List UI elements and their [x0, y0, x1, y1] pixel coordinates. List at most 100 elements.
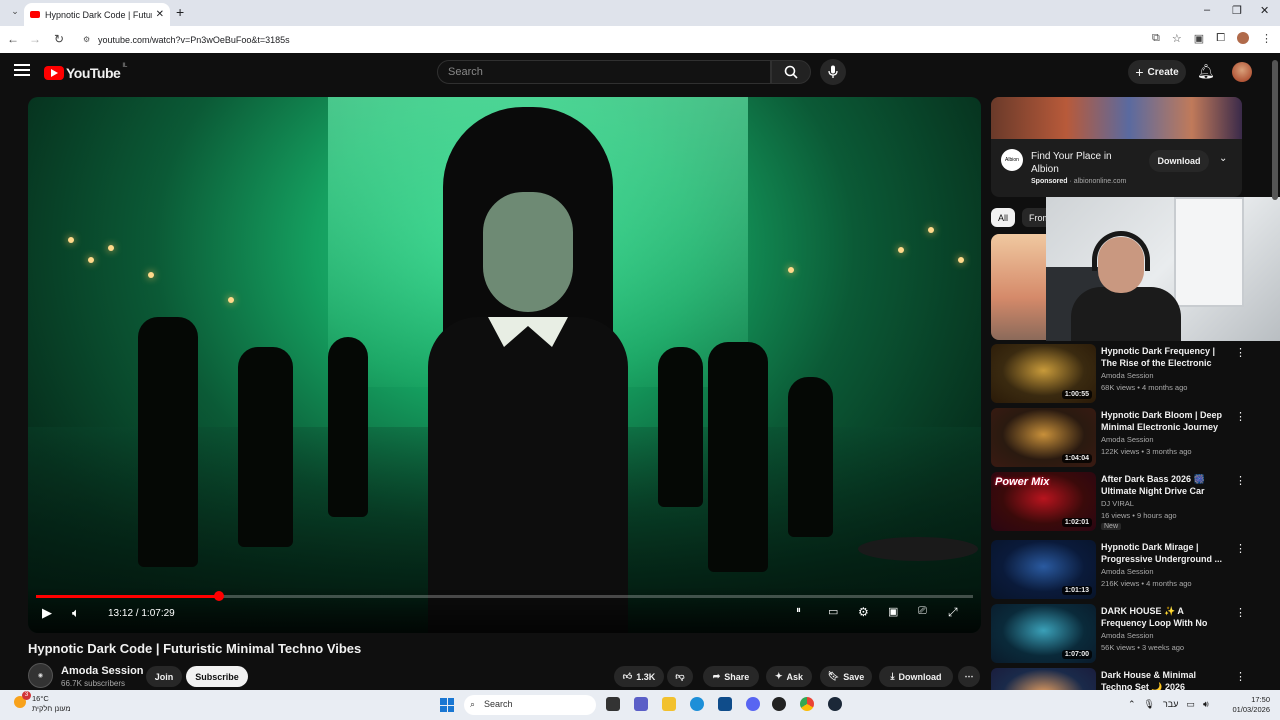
video-thumbnail[interactable]: 1:01:13: [991, 540, 1096, 599]
file-explorer-icon[interactable]: [662, 697, 676, 711]
search-button[interactable]: [771, 60, 811, 84]
page-scrollbar[interactable]: [1272, 60, 1278, 200]
save-button[interactable]: 🔖︎ Save: [820, 666, 872, 687]
browser-menu-icon[interactable]: ⋮: [1261, 32, 1272, 45]
download-button[interactable]: ⤓ Download: [879, 666, 953, 687]
progress-scrubber[interactable]: [214, 591, 225, 601]
tray-chevron-icon[interactable]: ⌃: [1128, 699, 1136, 710]
taskbar-search[interactable]: ⌕ Search: [464, 695, 596, 715]
recommendation-channel[interactable]: Amoda Session: [1101, 631, 1154, 640]
like-button[interactable]: 👍︎ 1.3K: [614, 666, 664, 687]
chrome-icon[interactable]: [800, 697, 814, 711]
recommendation-channel[interactable]: Amoda Session: [1101, 567, 1154, 576]
address-bar[interactable]: ⚙ youtube.com/watch?v=Pn3wOeBuFoo&t=3185…: [78, 30, 1158, 49]
share-button[interactable]: ➦ Share: [703, 666, 759, 687]
more-actions-icon[interactable]: ⋯: [958, 666, 980, 687]
new-tab-button[interactable]: +: [176, 4, 184, 20]
more-options-icon[interactable]: ⋮: [1235, 670, 1246, 683]
miniplayer-icon[interactable]: ▣: [888, 605, 898, 618]
account-avatar[interactable]: [1232, 62, 1252, 82]
recommendation-title[interactable]: Hypnotic Dark Mirage | Progressive Under…: [1101, 541, 1229, 565]
fullscreen-icon[interactable]: ⤢: [948, 605, 958, 620]
site-info-icon[interactable]: ⚙: [83, 35, 90, 44]
recommendation-title[interactable]: Hypnotic Dark Frequency | The Rise of th…: [1101, 345, 1229, 369]
recommendation-thumbnail-partial[interactable]: [991, 234, 1046, 340]
dislike-button[interactable]: 👎︎: [667, 666, 693, 687]
tray-volume-icon[interactable]: 🔊︎: [1203, 699, 1209, 710]
install-icon[interactable]: ⧉: [1152, 32, 1160, 45]
windows-start-icon[interactable]: [440, 698, 454, 712]
cast-icon[interactable]: ⎚: [918, 605, 927, 618]
more-options-icon[interactable]: ⋮: [1235, 346, 1246, 359]
video-thumbnail[interactable]: [991, 668, 1096, 690]
ask-button[interactable]: ✦ Ask: [766, 666, 812, 687]
youtube-logo[interactable]: YouTube IL: [44, 63, 127, 81]
autoplay-toggle-icon[interactable]: ⏸: [796, 605, 801, 616]
join-button[interactable]: Join: [146, 666, 182, 687]
store-icon[interactable]: [718, 697, 732, 711]
recommendation-channel[interactable]: DJ VIRAL: [1101, 499, 1134, 508]
video-thumbnail[interactable]: 1:00:55: [991, 344, 1096, 403]
channel-name[interactable]: Amoda Session: [61, 665, 144, 677]
recommendation-title[interactable]: DARK HOUSE ✨ A Frequency Loop With No Mo…: [1101, 605, 1229, 629]
tray-network-icon[interactable]: ▭: [1186, 699, 1195, 710]
recommendation-title[interactable]: After Dark Bass 2026 🎆 Ultimate Night Dr…: [1101, 473, 1229, 497]
video-thumbnail[interactable]: 1:07:00: [991, 604, 1096, 663]
recommendation-channel[interactable]: Amoda Session: [1101, 371, 1154, 380]
captions-icon[interactable]: ▭: [828, 605, 838, 618]
language-indicator[interactable]: עבר: [1163, 699, 1178, 710]
recommendation-item[interactable]: 1:01:13 Hypnotic Dark Mirage | Progressi…: [991, 540, 1261, 600]
task-view-icon[interactable]: [606, 697, 620, 711]
menu-hamburger-icon[interactable]: [14, 64, 30, 76]
ad-download-button[interactable]: Download: [1149, 150, 1209, 172]
subscribe-button[interactable]: Subscribe: [186, 666, 248, 687]
channel-avatar[interactable]: ◉: [28, 663, 53, 688]
edge-icon[interactable]: [690, 697, 704, 711]
forward-icon[interactable]: →: [24, 32, 46, 46]
recommendation-item[interactable]: 1:04:04 Hypnotic Dark Bloom | Deep Minim…: [991, 408, 1261, 468]
weather-widget[interactable]: 3 16°C מעונן חלקית: [14, 691, 71, 714]
recommendation-item[interactable]: Power Mix 1:02:01 After Dark Bass 2026 🎆…: [991, 472, 1261, 532]
restore-button[interactable]: ❐: [1232, 4, 1242, 17]
reload-icon[interactable]: ↻: [48, 32, 70, 46]
app-icon[interactable]: [772, 697, 786, 711]
more-options-icon[interactable]: ⋮: [1235, 474, 1246, 487]
minimize-button[interactable]: –: [1204, 4, 1210, 16]
bookmark-star-icon[interactable]: ☆: [1172, 32, 1182, 45]
volume-icon[interactable]: 🔈︎: [72, 605, 80, 621]
more-options-icon[interactable]: ⋮: [1235, 606, 1246, 619]
recommendation-title[interactable]: Dark House & Minimal Techno Set 🌙 2026: [1101, 669, 1229, 690]
sponsored-ad-card[interactable]: Albion Find Your Place in Albion Sponsor…: [991, 97, 1242, 197]
more-options-icon[interactable]: ⋮: [1235, 542, 1246, 555]
tab-close-icon[interactable]: ✕: [156, 9, 164, 20]
window-close-button[interactable]: ✕: [1260, 4, 1269, 17]
extensions-puzzle-icon[interactable]: ⧠: [1216, 32, 1225, 45]
teams-icon[interactable]: [634, 697, 648, 711]
video-thumbnail[interactable]: Power Mix 1:02:01: [991, 472, 1096, 531]
taskbar-clock[interactable]: 17:50 01/03/2026: [1230, 695, 1270, 715]
voice-search-button[interactable]: [820, 59, 846, 85]
recommendation-channel[interactable]: Amoda Session: [1101, 435, 1154, 444]
video-thumbnail[interactable]: 1:04:04: [991, 408, 1096, 467]
recommendation-item[interactable]: 1:07:00 DARK HOUSE ✨ A Frequency Loop Wi…: [991, 604, 1261, 664]
tray-mic-icon[interactable]: 🎙︎: [1144, 699, 1155, 710]
discord-icon[interactable]: [746, 697, 760, 711]
more-options-icon[interactable]: ⋮: [1235, 410, 1246, 423]
back-icon[interactable]: ←: [2, 32, 24, 46]
progress-bar[interactable]: [36, 591, 973, 601]
profile-avatar-icon[interactable]: [1237, 32, 1249, 44]
create-button[interactable]: + Create: [1128, 60, 1186, 84]
notifications-bell-icon[interactable]: 🔔︎: [1197, 63, 1215, 80]
tab-search-icon[interactable]: ⌄: [4, 6, 26, 17]
chevron-down-icon[interactable]: ⌄: [1219, 153, 1227, 164]
browser-tab-active[interactable]: Hypnotic Dark Code | Futuristic ✕: [24, 3, 170, 26]
settings-gear-icon[interactable]: ⚙: [858, 605, 869, 619]
chip-all[interactable]: All: [991, 208, 1016, 227]
ad-title[interactable]: Find Your Place in Albion: [1031, 150, 1131, 176]
recommendation-item[interactable]: Dark House & Minimal Techno Set 🌙 2026 ⋮: [991, 668, 1261, 690]
video-player[interactable]: ▶ 🔈︎ 13:12 / 1:07:29 ⏸ ▭ ⚙ ▣ ⎚ ⤢: [28, 97, 981, 633]
search-input[interactable]: Search: [437, 60, 771, 84]
steam-icon[interactable]: [828, 697, 842, 711]
extension-icon[interactable]: ▣: [1194, 32, 1204, 45]
recommendation-title[interactable]: Hypnotic Dark Bloom | Deep Minimal Elect…: [1101, 409, 1229, 433]
